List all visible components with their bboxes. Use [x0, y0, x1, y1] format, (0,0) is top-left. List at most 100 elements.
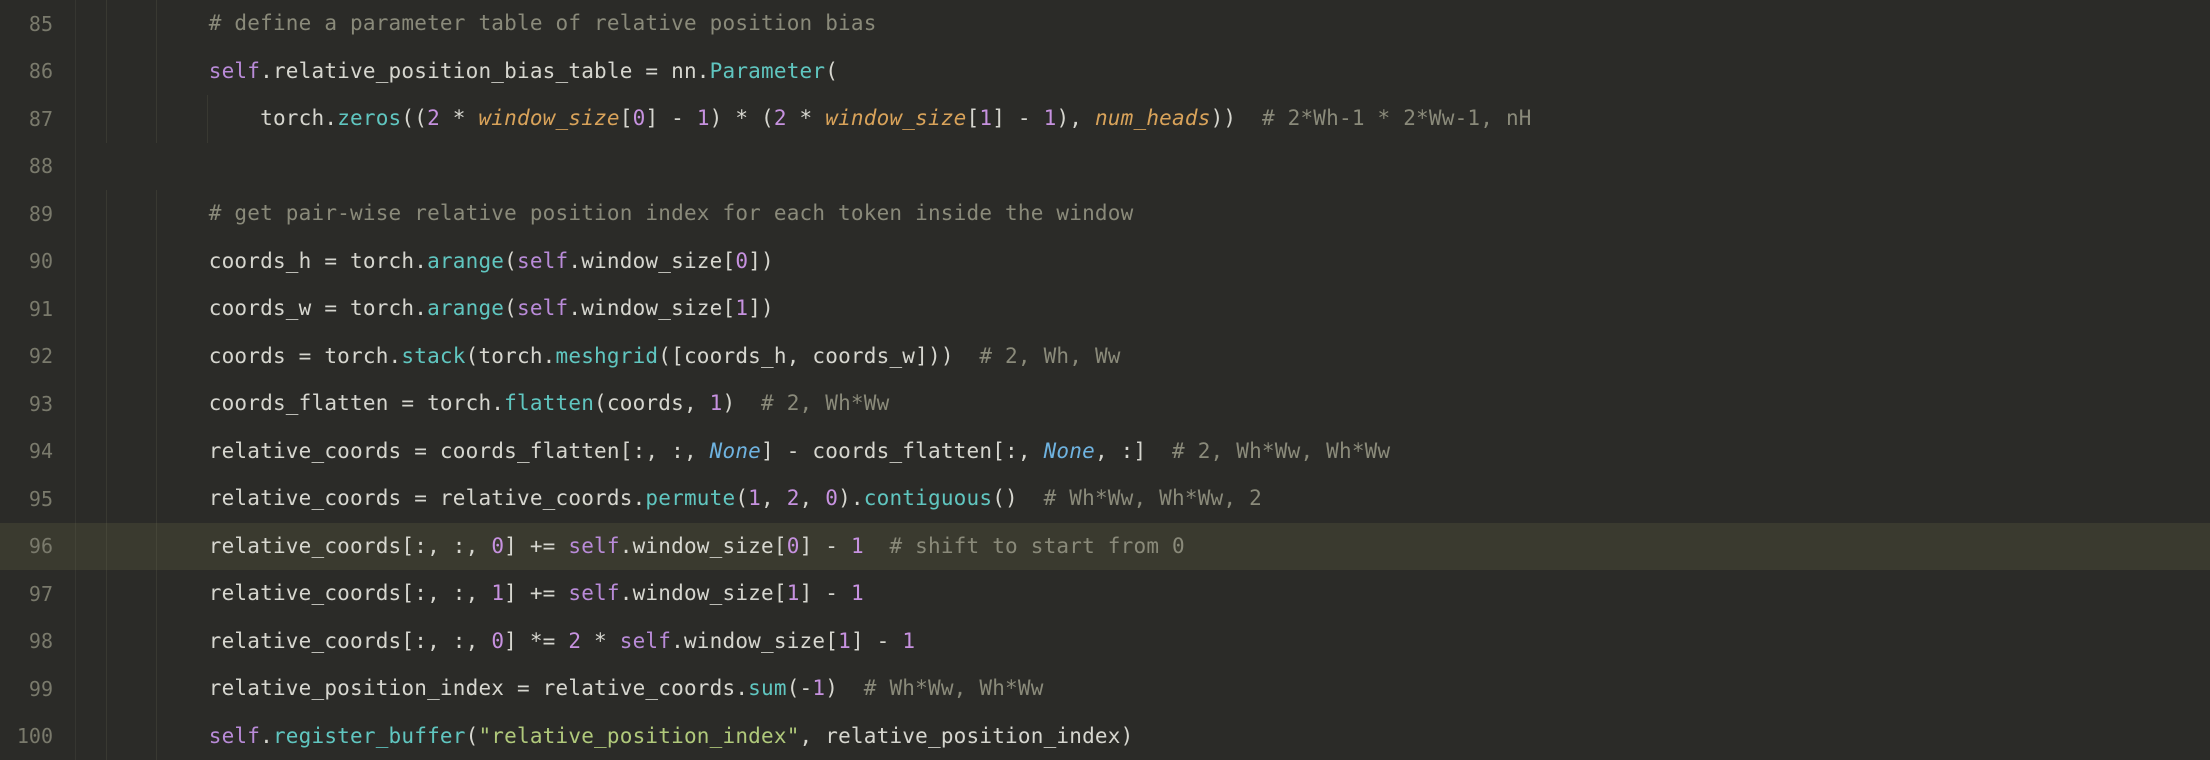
code-token: coords_h = torch.: [209, 246, 427, 278]
line-number: 89: [0, 190, 76, 238]
line-number: 90: [0, 238, 76, 286]
code-line[interactable]: 86 self.relative_position_bias_table = n…: [0, 48, 2210, 96]
code-token: ((: [401, 103, 427, 135]
code-content[interactable]: relative_coords[:, :, 0] *= 2 * self.win…: [76, 618, 915, 666]
code-line[interactable]: 88: [0, 143, 2210, 191]
code-token: # 2, Wh*Ww: [761, 388, 889, 420]
code-token: *: [581, 626, 620, 658]
code-content[interactable]: # get pair-wise relative position index …: [76, 190, 1133, 238]
code-content[interactable]: relative_coords = coords_flatten[:, :, N…: [76, 428, 1390, 476]
code-token: ] -: [800, 531, 851, 563]
code-token: arange: [427, 246, 504, 278]
code-token: 1: [735, 293, 748, 325]
line-number: 100: [0, 713, 76, 760]
code-token: relative_position_index = relative_coord…: [209, 673, 748, 705]
code-content[interactable]: coords_flatten = torch.flatten(coords, 1…: [76, 380, 889, 428]
code-token: , :]: [1095, 436, 1172, 468]
code-token: "relative_position_index": [478, 721, 799, 753]
indent-guide: [156, 95, 157, 143]
code-line[interactable]: 98 relative_coords[:, :, 0] *= 2 * self.…: [0, 618, 2210, 666]
code-line[interactable]: 92 coords = torch.stack(torch.meshgrid([…: [0, 333, 2210, 381]
code-line[interactable]: 90 coords_h = torch.arange(self.window_s…: [0, 238, 2210, 286]
code-token: 1: [748, 483, 761, 515]
code-token: 1: [812, 673, 825, 705]
code-token: 1: [1044, 103, 1057, 135]
code-line[interactable]: 85 # define a parameter table of relativ…: [0, 0, 2210, 48]
code-token: # shift to start from 0: [889, 531, 1184, 563]
code-token: coords_w = torch.: [209, 293, 427, 325]
code-token: (: [504, 246, 517, 278]
code-token: permute: [645, 483, 735, 515]
code-token: .: [697, 56, 710, 88]
code-token: .relative_position_bias_table: [260, 56, 645, 88]
code-token: 0: [491, 531, 504, 563]
indent-guide: [156, 0, 157, 48]
code-line[interactable]: 96 relative_coords[:, :, 0] += self.wind…: [0, 523, 2210, 571]
indent-guide: [106, 380, 107, 428]
code-token: ),: [1056, 103, 1095, 135]
code-token: 0: [825, 483, 838, 515]
code-token: ([coords_h, coords_w])): [658, 341, 979, 373]
code-line[interactable]: 99 relative_position_index = relative_co…: [0, 665, 2210, 713]
line-number: 96: [0, 523, 76, 571]
code-line[interactable]: 89 # get pair-wise relative position ind…: [0, 190, 2210, 238]
code-token: # define a parameter table of relative p…: [209, 8, 877, 40]
code-content[interactable]: # define a parameter table of relative p…: [76, 0, 877, 48]
indent-guide: [156, 665, 157, 713]
code-editor[interactable]: 85 # define a parameter table of relativ…: [0, 0, 2210, 760]
line-number: 88: [0, 143, 76, 191]
line-number: 87: [0, 95, 76, 143]
code-line[interactable]: 91 coords_w = torch.arange(self.window_s…: [0, 285, 2210, 333]
code-line[interactable]: 87 torch.zeros((2 * window_size[0] - 1) …: [0, 95, 2210, 143]
code-content[interactable]: torch.zeros((2 * window_size[0] - 1) * (…: [76, 95, 1532, 143]
code-token: # 2, Wh*Ww, Wh*Ww: [1172, 436, 1390, 468]
code-token: Parameter: [710, 56, 826, 88]
code-token: contiguous: [864, 483, 992, 515]
code-token: ,: [800, 483, 826, 515]
code-token: .: [324, 103, 337, 135]
indent-guide: [156, 713, 157, 760]
code-content[interactable]: relative_coords[:, :, 1] += self.window_…: [76, 570, 864, 618]
code-token: 1: [787, 578, 800, 610]
code-line[interactable]: 100 self.register_buffer("relative_posit…: [0, 713, 2210, 760]
code-token: register_buffer: [273, 721, 466, 753]
code-token: relative_coords = relative_coords.: [209, 483, 646, 515]
code-token: ] +=: [504, 578, 568, 610]
code-content[interactable]: coords = torch.stack(torch.meshgrid([coo…: [76, 333, 1121, 381]
code-token: 0: [491, 626, 504, 658]
indent-guide: [156, 190, 157, 238]
code-token: ) * (: [710, 103, 774, 135]
line-number: 99: [0, 665, 76, 713]
line-number: 94: [0, 428, 76, 476]
code-token: 1: [697, 103, 710, 135]
code-content[interactable]: coords_w = torch.arange(self.window_size…: [76, 285, 774, 333]
code-content[interactable]: [76, 143, 106, 191]
code-line[interactable]: 93 coords_flatten = torch.flatten(coords…: [0, 380, 2210, 428]
code-token: # Wh*Ww, Wh*Ww: [864, 673, 1044, 705]
code-line[interactable]: 95 relative_coords = relative_coords.per…: [0, 475, 2210, 523]
code-token: arange: [427, 293, 504, 325]
indent-guide: [106, 618, 107, 666]
code-token: , relative_position_index): [800, 721, 1134, 753]
code-token: coords_flatten = torch.: [209, 388, 504, 420]
code-line[interactable]: 94 relative_coords = coords_flatten[:, :…: [0, 428, 2210, 476]
code-token: (torch.: [466, 341, 556, 373]
code-token: stack: [401, 341, 465, 373]
code-token: (coords,: [594, 388, 710, 420]
code-token: [: [967, 103, 980, 135]
code-token: # 2, Wh, Ww: [979, 341, 1120, 373]
indent-guide: [106, 48, 107, 96]
code-line[interactable]: 97 relative_coords[:, :, 1] += self.wind…: [0, 570, 2210, 618]
code-content[interactable]: relative_position_index = relative_coord…: [76, 665, 1044, 713]
code-content[interactable]: self.relative_position_bias_table = nn.P…: [76, 48, 838, 96]
code-content[interactable]: self.register_buffer("relative_position_…: [76, 713, 1133, 760]
code-token: flatten: [504, 388, 594, 420]
code-token: 2: [787, 483, 800, 515]
code-token: 2: [568, 626, 581, 658]
indent-guide: [106, 238, 107, 286]
line-number: 98: [0, 618, 76, 666]
code-content[interactable]: relative_coords[:, :, 0] += self.window_…: [76, 523, 1185, 571]
code-token: ] -: [800, 578, 851, 610]
code-content[interactable]: coords_h = torch.arange(self.window_size…: [76, 238, 774, 286]
code-content[interactable]: relative_coords = relative_coords.permut…: [76, 475, 1262, 523]
